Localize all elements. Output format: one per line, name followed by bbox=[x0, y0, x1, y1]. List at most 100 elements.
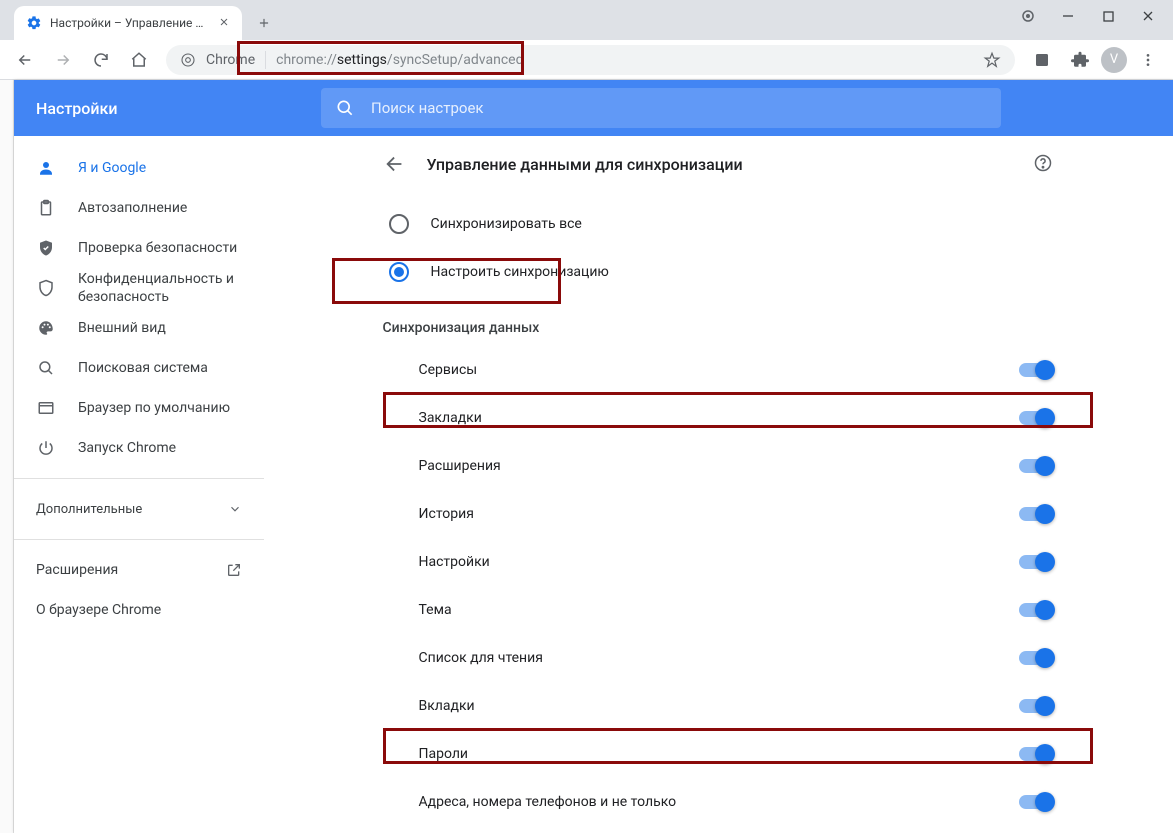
close-icon[interactable] bbox=[218, 16, 232, 30]
address-bar[interactable]: Chrome chrome://settings/syncSetup/advan… bbox=[166, 45, 1015, 75]
url-text: chrome://settings/syncSetup/advanced bbox=[276, 52, 973, 68]
new-tab-button[interactable] bbox=[250, 9, 278, 37]
radio-icon bbox=[389, 262, 409, 282]
sync-toggle-row-4: Настройки bbox=[379, 538, 1059, 586]
toggle-label: Сервисы bbox=[419, 362, 478, 378]
toggle-switch[interactable] bbox=[1019, 411, 1053, 425]
toggle-switch[interactable] bbox=[1019, 555, 1053, 569]
shield-icon bbox=[36, 278, 56, 298]
palette-icon bbox=[36, 318, 56, 338]
person-icon bbox=[36, 158, 56, 178]
toggle-label: История bbox=[419, 506, 474, 522]
close-window-button[interactable] bbox=[1141, 9, 1155, 23]
sidebar-item-search[interactable]: Поисковая система bbox=[14, 348, 264, 388]
sync-data-subhead: Синхронизация данных bbox=[379, 320, 1059, 346]
sidebar-extensions[interactable]: Расширения bbox=[14, 550, 264, 590]
toggle-label: Расширения bbox=[419, 458, 501, 474]
search-icon bbox=[335, 98, 355, 118]
account-dot-icon[interactable] bbox=[1021, 9, 1035, 23]
settings-sidebar: Я и Google Автозаполнение Проверка безопас… bbox=[14, 136, 264, 833]
radio-sync-1[interactable]: Настроить синхронизацию bbox=[383, 248, 1059, 296]
sync-toggle-row-3: История bbox=[379, 490, 1059, 538]
toggle-label: Пароли bbox=[419, 746, 469, 762]
sidebar-item-label: Автозаполнение bbox=[78, 199, 242, 217]
tab-title: Настройки – Управление данны bbox=[50, 16, 210, 30]
sidebar-item-label: Поисковая система bbox=[78, 359, 242, 377]
radio-label: Синхронизировать все bbox=[431, 216, 582, 232]
sidebar-item-clipboard[interactable]: Автозаполнение bbox=[14, 188, 264, 228]
toggle-switch[interactable] bbox=[1019, 507, 1053, 521]
search-icon bbox=[36, 358, 56, 378]
toggle-label: Закладки bbox=[419, 410, 482, 426]
minimize-button[interactable] bbox=[1061, 9, 1075, 23]
sync-toggle-row-6: Список для чтения bbox=[379, 634, 1059, 682]
sidebar-advanced[interactable]: Дополнительные bbox=[14, 489, 264, 529]
settings-app: Настройки Я и Google Автозаполнение Провер… bbox=[14, 80, 1173, 833]
sidebar-item-palette[interactable]: Внешний вид bbox=[14, 308, 264, 348]
window-controls bbox=[1021, 0, 1173, 32]
window-icon bbox=[36, 398, 56, 418]
url-prefix: Chrome bbox=[206, 52, 255, 68]
back-button[interactable] bbox=[8, 45, 42, 75]
radio-icon bbox=[389, 214, 409, 234]
sync-toggle-row-5: Тема bbox=[379, 586, 1059, 634]
toggle-switch[interactable] bbox=[1019, 603, 1053, 617]
page-header: Управление данными для синхронизации bbox=[379, 136, 1059, 192]
toggle-switch[interactable] bbox=[1019, 363, 1053, 377]
sidebar-item-label: Браузер по умолчанию bbox=[78, 399, 242, 417]
sidebar-item-window[interactable]: Браузер по умолчанию bbox=[14, 388, 264, 428]
sync-toggle-row-0: Сервисы bbox=[379, 346, 1059, 394]
toggle-label: Настройки bbox=[419, 554, 490, 570]
back-arrow-icon[interactable] bbox=[383, 152, 407, 176]
browser-toolbar: Chrome chrome://settings/syncSetup/advan… bbox=[0, 40, 1173, 80]
toggle-switch[interactable] bbox=[1019, 795, 1053, 809]
radio-sync-0[interactable]: Синхронизировать все bbox=[383, 200, 1059, 248]
sidebar-item-label: Конфиденциальность и безопасность bbox=[78, 270, 242, 306]
toggle-label: Тема bbox=[419, 602, 452, 618]
sidebar-item-label: Внешний вид bbox=[78, 319, 242, 337]
extension-icon-1[interactable] bbox=[1025, 45, 1059, 75]
gear-icon bbox=[26, 15, 42, 31]
toggle-switch[interactable] bbox=[1019, 747, 1053, 761]
toggle-label: Вкладки bbox=[419, 698, 475, 714]
sync-toggle-row-7: Вкладки bbox=[379, 682, 1059, 730]
clipboard-icon bbox=[36, 198, 56, 218]
radio-label: Настроить синхронизацию bbox=[431, 264, 609, 280]
extensions-icon[interactable] bbox=[1063, 45, 1097, 75]
sidebar-item-power[interactable]: Запуск Chrome bbox=[14, 428, 264, 468]
shield-check-icon bbox=[36, 238, 56, 258]
page-title: Управление данными для синхронизации bbox=[427, 155, 1013, 174]
settings-search-input[interactable] bbox=[371, 99, 987, 117]
home-button[interactable] bbox=[122, 45, 156, 75]
toggle-label: Список для чтения bbox=[419, 650, 543, 666]
menu-button[interactable] bbox=[1131, 45, 1165, 75]
background-sliver bbox=[0, 80, 14, 833]
sidebar-item-shield-check[interactable]: Проверка безопасности bbox=[14, 228, 264, 268]
toggle-label: Адреса, номера телефонов и не только bbox=[419, 794, 677, 810]
sidebar-item-label: Я и Google bbox=[78, 159, 242, 177]
help-icon[interactable] bbox=[1033, 153, 1055, 175]
maximize-button[interactable] bbox=[1101, 9, 1115, 23]
toggle-switch[interactable] bbox=[1019, 699, 1053, 713]
profile-avatar[interactable]: V bbox=[1101, 47, 1127, 73]
forward-button[interactable] bbox=[46, 45, 80, 75]
browser-tab[interactable]: Настройки – Управление данны bbox=[14, 6, 242, 40]
star-icon[interactable] bbox=[983, 51, 1001, 69]
app-brand: Настройки bbox=[14, 99, 321, 118]
toggle-switch[interactable] bbox=[1019, 459, 1053, 473]
sync-toggle-row-8: Пароли bbox=[379, 730, 1059, 778]
reload-button[interactable] bbox=[84, 45, 118, 75]
advanced-label: Дополнительные bbox=[36, 502, 142, 517]
sidebar-about[interactable]: О браузере Chrome bbox=[14, 590, 264, 630]
sidebar-item-shield[interactable]: Конфиденциальность и безопасность bbox=[14, 268, 264, 308]
sidebar-item-label: Запуск Chrome bbox=[78, 439, 242, 457]
chrome-icon bbox=[180, 52, 196, 68]
app-header: Настройки bbox=[14, 80, 1173, 136]
tab-strip: Настройки – Управление данны bbox=[0, 0, 1173, 40]
sync-toggle-row-9: Адреса, номера телефонов и не только bbox=[379, 778, 1059, 826]
toggle-switch[interactable] bbox=[1019, 651, 1053, 665]
settings-search[interactable] bbox=[321, 88, 1001, 128]
sync-toggle-row-2: Расширения bbox=[379, 442, 1059, 490]
sidebar-item-person[interactable]: Я и Google bbox=[14, 148, 264, 188]
power-icon bbox=[36, 438, 56, 458]
